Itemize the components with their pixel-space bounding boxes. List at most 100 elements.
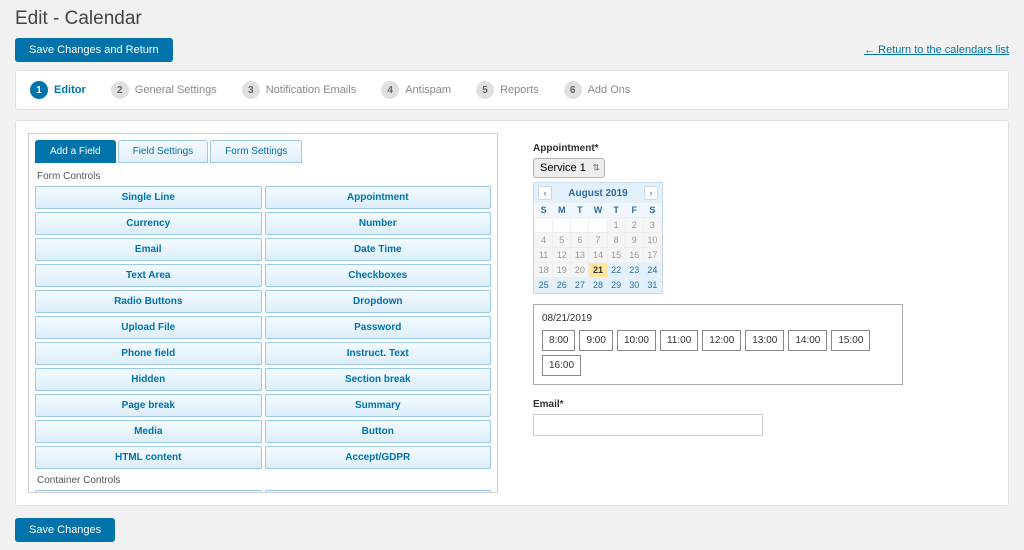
weekday-header: F xyxy=(625,203,643,218)
field-html-content[interactable]: HTML content xyxy=(35,446,262,469)
calendar-day[interactable]: 22 xyxy=(607,263,625,278)
weekday-header: M xyxy=(553,203,571,218)
tab-number-icon: 3 xyxy=(242,81,260,99)
service-select[interactable]: Service 1 xyxy=(533,158,605,178)
main-tab-notification-emails[interactable]: 3Notification Emails xyxy=(242,81,356,99)
field-div[interactable]: Div xyxy=(265,490,492,493)
calendar-empty xyxy=(553,218,571,233)
field-phone-field[interactable]: Phone field xyxy=(35,342,262,365)
calendar-day: 18 xyxy=(535,263,553,278)
calendar-empty xyxy=(535,218,553,233)
page-title: Edit - Calendar xyxy=(15,8,142,30)
tab-number-icon: 5 xyxy=(476,81,494,99)
main-tab-antispam[interactable]: 4Antispam xyxy=(381,81,451,99)
field-upload-file[interactable]: Upload File xyxy=(35,316,262,339)
calendar-day: 12 xyxy=(553,248,571,263)
field-password[interactable]: Password xyxy=(265,316,492,339)
time-slot[interactable]: 9:00 xyxy=(579,330,612,351)
calendar-day: 9 xyxy=(625,233,643,248)
calendar-day[interactable]: 25 xyxy=(535,278,553,293)
calendar-day[interactable]: 24 xyxy=(643,263,661,278)
field-instruct-text[interactable]: Instruct. Text xyxy=(265,342,492,365)
main-tab-reports[interactable]: 5Reports xyxy=(476,81,539,99)
field-palette: Add a FieldField SettingsForm Settings F… xyxy=(28,133,498,493)
field-text-area[interactable]: Text Area xyxy=(35,264,262,287)
calendar-day: 13 xyxy=(571,248,589,263)
time-slot[interactable]: 10:00 xyxy=(617,330,656,351)
time-slot[interactable]: 14:00 xyxy=(788,330,827,351)
weekday-header: S xyxy=(643,203,661,218)
calendar-day: 7 xyxy=(589,233,607,248)
field-section-break[interactable]: Section break xyxy=(265,368,492,391)
sub-tab-field-settings[interactable]: Field Settings xyxy=(118,140,209,163)
time-slot[interactable]: 13:00 xyxy=(745,330,784,351)
field-single-line[interactable]: Single Line xyxy=(35,186,262,209)
time-slot[interactable]: 11:00 xyxy=(660,330,698,351)
main-tab-general-settings[interactable]: 2General Settings xyxy=(111,81,217,99)
section-container-controls: Container Controls xyxy=(37,475,491,486)
calendar-day: 3 xyxy=(643,218,661,233)
field-summary[interactable]: Summary xyxy=(265,394,492,417)
calendar-day: 17 xyxy=(643,248,661,263)
calendar-day[interactable]: 27 xyxy=(571,278,589,293)
tab-number-icon: 2 xyxy=(111,81,129,99)
field-hidden[interactable]: Hidden xyxy=(35,368,262,391)
weekday-header: S xyxy=(535,203,553,218)
calendar-day: 10 xyxy=(643,233,661,248)
calendar-day[interactable]: 29 xyxy=(607,278,625,293)
field-accept-gdpr[interactable]: Accept/GDPR xyxy=(265,446,492,469)
field-number[interactable]: Number xyxy=(265,212,492,235)
calendar-empty xyxy=(571,218,589,233)
return-link[interactable]: Return to the calendars list xyxy=(864,44,1009,56)
appointment-label: Appointment* xyxy=(533,143,976,154)
calendar-day: 1 xyxy=(607,218,625,233)
time-slot[interactable]: 8:00 xyxy=(542,330,575,351)
sub-tab-add-a-field[interactable]: Add a Field xyxy=(35,140,116,163)
field-radio-buttons[interactable]: Radio Buttons xyxy=(35,290,262,313)
field-email[interactable]: Email xyxy=(35,238,262,261)
save-changes-button[interactable]: Save Changes xyxy=(15,518,115,542)
email-field[interactable] xyxy=(533,414,763,436)
calendar-day: 15 xyxy=(607,248,625,263)
calendar-day: 19 xyxy=(553,263,571,278)
selected-date: 08/21/2019 xyxy=(542,313,894,324)
save-return-button[interactable]: Save Changes and Return xyxy=(15,38,173,62)
field-fieldset[interactable]: Fieldset xyxy=(35,490,262,493)
field-currency[interactable]: Currency xyxy=(35,212,262,235)
weekday-header: T xyxy=(607,203,625,218)
sub-tab-form-settings[interactable]: Form Settings xyxy=(210,140,302,163)
calendar-day[interactable]: 21 xyxy=(589,263,607,278)
calendar-day[interactable]: 26 xyxy=(553,278,571,293)
tab-number-icon: 4 xyxy=(381,81,399,99)
time-slot[interactable]: 12:00 xyxy=(702,330,741,351)
field-page-break[interactable]: Page break xyxy=(35,394,262,417)
calendar-next-icon[interactable]: › xyxy=(644,186,658,200)
calendar-day: 6 xyxy=(571,233,589,248)
calendar-day[interactable]: 23 xyxy=(625,263,643,278)
calendar-widget: ‹ August 2019 › SMTWTFS 1234567891011121… xyxy=(533,182,663,294)
main-tab-editor[interactable]: 1Editor xyxy=(30,81,86,99)
calendar-day: 4 xyxy=(535,233,553,248)
main-tab-add-ons[interactable]: 6Add Ons xyxy=(564,81,631,99)
email-label: Email* xyxy=(533,399,976,410)
tab-number-icon: 1 xyxy=(30,81,48,99)
field-media[interactable]: Media xyxy=(35,420,262,443)
weekday-header: W xyxy=(589,203,607,218)
field-dropdown[interactable]: Dropdown xyxy=(265,290,492,313)
field-date-time[interactable]: Date Time xyxy=(265,238,492,261)
weekday-header: T xyxy=(571,203,589,218)
form-preview: Appointment* Service 1 ‹ August 2019 › S… xyxy=(513,133,996,493)
time-slot[interactable]: 16:00 xyxy=(542,355,581,376)
field-button[interactable]: Button xyxy=(265,420,492,443)
calendar-empty xyxy=(589,218,607,233)
field-appointment[interactable]: Appointment xyxy=(265,186,492,209)
calendar-day[interactable]: 31 xyxy=(643,278,661,293)
calendar-day[interactable]: 30 xyxy=(625,278,643,293)
calendar-prev-icon[interactable]: ‹ xyxy=(538,186,552,200)
calendar-day: 8 xyxy=(607,233,625,248)
tab-number-icon: 6 xyxy=(564,81,582,99)
time-slot[interactable]: 15:00 xyxy=(831,330,870,351)
calendar-day[interactable]: 28 xyxy=(589,278,607,293)
calendar-day: 5 xyxy=(553,233,571,248)
field-checkboxes[interactable]: Checkboxes xyxy=(265,264,492,287)
